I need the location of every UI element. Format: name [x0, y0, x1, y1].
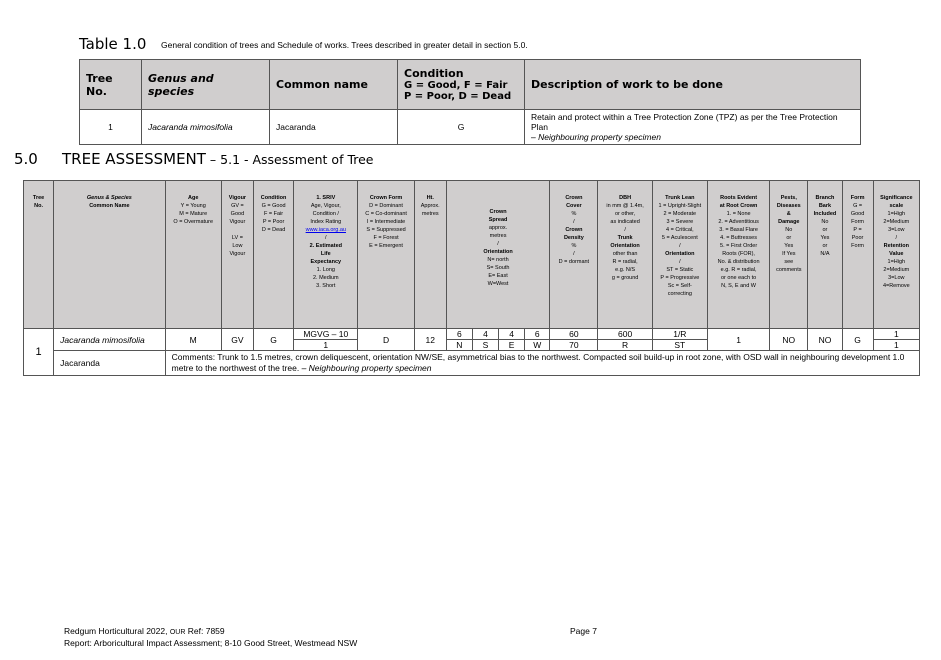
table-header-row: Tree No. Genus & Species Common Name Age Y … [22, 180, 921, 329]
header-crown-spread: Crown Spread approx. metres / Orientation N= n… [445, 180, 551, 329]
tree-assessment-table: Tree No. Genus & Species Common Name Age Y … [22, 180, 921, 376]
cell-work: Retain and protect within a Tree Protect… [524, 109, 861, 145]
header-form: Form G = Good Form P = Poor Form [841, 180, 874, 329]
cell-crown-density: 70 [549, 339, 599, 351]
schedule-of-works-table: Tree No. Genus and species Common name C… [79, 59, 861, 145]
table-header-row: Tree No. Genus and species Common name C… [79, 59, 861, 110]
cell-spread-n: 6 [445, 328, 473, 340]
header-trunk-lean: Trunk Lean 1 = Upright-Slight 2 = Moderate… [651, 180, 708, 329]
cell-common-name: Jacaranda [53, 350, 166, 376]
header-tree-no: Tree No. [79, 59, 142, 110]
cell-dir-n: N [445, 339, 473, 351]
header-tree-no: Tree No. [22, 180, 55, 329]
cell-dir-e: E [498, 339, 526, 351]
header-crown-form: Crown Form D = Dominant C = Co-dominant I =… [357, 180, 415, 329]
iaca-link[interactable]: www.iaca.org.au [306, 227, 346, 233]
cell-common-name: Jacaranda [269, 109, 398, 145]
header-condition-title: Condition [404, 67, 464, 80]
section-heading: 5.0 TREE ASSESSMENT – 5.1 - Assessment of… [14, 150, 374, 168]
cell-trunk-orientation: R [597, 339, 653, 351]
table-row: Jacaranda Comments: Trunk to 1.5 metres,… [24, 350, 921, 376]
cell-tree-no: 1 [79, 109, 142, 145]
cell-condition: G [252, 328, 295, 351]
header-sriv: 1. SRIV Age, Vigour, Condition / Index Rati… [293, 180, 359, 329]
header-height: Ht. Approx. metres [413, 180, 447, 329]
header-condition-legend-1: G = Good, F = Fair [404, 80, 508, 91]
cell-tree-no: 1 [22, 328, 55, 376]
cell-height: 12 [413, 328, 447, 351]
cell-crown-cover: 60 [549, 328, 599, 340]
cell-branch-bark: NO [807, 328, 843, 351]
table-row: 1 Jacaranda mimosifolia Jacaranda G Reta… [79, 109, 861, 145]
page-number: Page 7 [570, 626, 597, 636]
header-crown-cover: Crown Cover% / Crown Density% / D = dormant [549, 180, 599, 329]
cell-significance: 1 [872, 328, 921, 340]
cell-dbh: 600 [597, 328, 653, 340]
header-pests: Pests, Diseases & Damage No or Yes If Yes see com… [769, 180, 809, 329]
cell-lean-type: ST [651, 339, 708, 351]
cell-genus: Jacaranda mimosifolia [53, 328, 166, 351]
section-title: TREE ASSESSMENT [62, 150, 206, 168]
cell-work-note: – Neighbouring property specimen [531, 132, 661, 142]
table-1-label: Table 1.0 [79, 35, 147, 53]
footer-company: Redgum Horticultural 2022, Our Ref: 7859 [64, 626, 225, 636]
section-number: 5.0 [14, 150, 38, 168]
table-row: 1 Jacaranda mimosifolia M GV G MGVG – 10… [22, 328, 921, 376]
cell-spread-s: 4 [471, 328, 500, 340]
cell-dir-s: S [471, 339, 500, 351]
header-condition-legend-2: P = Poor, D = Dead [404, 91, 512, 102]
section-subtitle: 5.1 - Assessment of Tree [220, 152, 374, 167]
cell-condition: G [397, 109, 525, 145]
header-branch-bark: Branch Bark Included No or Yes or N/A [807, 180, 843, 329]
footer-report: Report: Arboricultural Impact Assessment… [64, 638, 358, 648]
header-work: Description of work to be done [524, 59, 861, 110]
cell-age: M [164, 328, 222, 351]
footer-ref-label: Our [169, 629, 186, 636]
header-condition: Condition G = Good F = Fair P = Poor D = Dea… [252, 180, 295, 329]
header-roots: Roots Evident at Root Crown 1. = None 2. = … [706, 180, 771, 329]
cell-crown-form: D [357, 328, 415, 351]
comments-note: – Neighbouring property specimen [301, 363, 432, 373]
header-age: Age Y = Young M = Mature O = Overmature [164, 180, 222, 329]
cell-roots: 1 [706, 328, 771, 351]
header-dbh: DBH in mm @ 1.4m, or other, as indicated / Tr… [597, 180, 653, 329]
cell-work-text: Retain and protect within a Tree Protect… [531, 112, 838, 132]
cell-sriv: MGVG – 10 [293, 328, 359, 340]
cell-vigour: GV [220, 328, 254, 351]
cell-comments: Comments: Trunk to 1.5 metres, crown del… [164, 350, 921, 376]
cell-dir-w: W [524, 339, 551, 351]
footer-ref: Ref: 7859 [185, 626, 225, 636]
cell-trunk-lean: 1/R [651, 328, 708, 340]
cell-genus: Jacaranda mimosifolia [141, 109, 270, 145]
header-genus: Genus and species [141, 59, 270, 110]
header-significance: Significance scale 1=High 2=Medium 3=Low / Ret… [872, 180, 921, 329]
cell-spread-w: 6 [524, 328, 551, 340]
header-vigour: Vigour GV = Good Vigour LV = Low Vigour [220, 180, 254, 329]
cell-form: G [841, 328, 874, 351]
section-dash: – [205, 152, 221, 167]
table-1-caption: General condition of trees and Schedule … [161, 40, 528, 50]
header-common-name: Common name [269, 59, 398, 110]
comments-text: Comments: Trunk to 1.5 metres, crown del… [171, 352, 905, 373]
cell-life-expectancy: 1 [293, 339, 359, 351]
cell-spread-e: 4 [498, 328, 526, 340]
cell-retention: 1 [872, 339, 921, 351]
cell-pests: NO [769, 328, 809, 351]
header-condition: Condition G = Good, F = Fair P = Poor, D… [397, 59, 525, 110]
header-genus-species: Genus & Species Common Name [53, 180, 166, 329]
